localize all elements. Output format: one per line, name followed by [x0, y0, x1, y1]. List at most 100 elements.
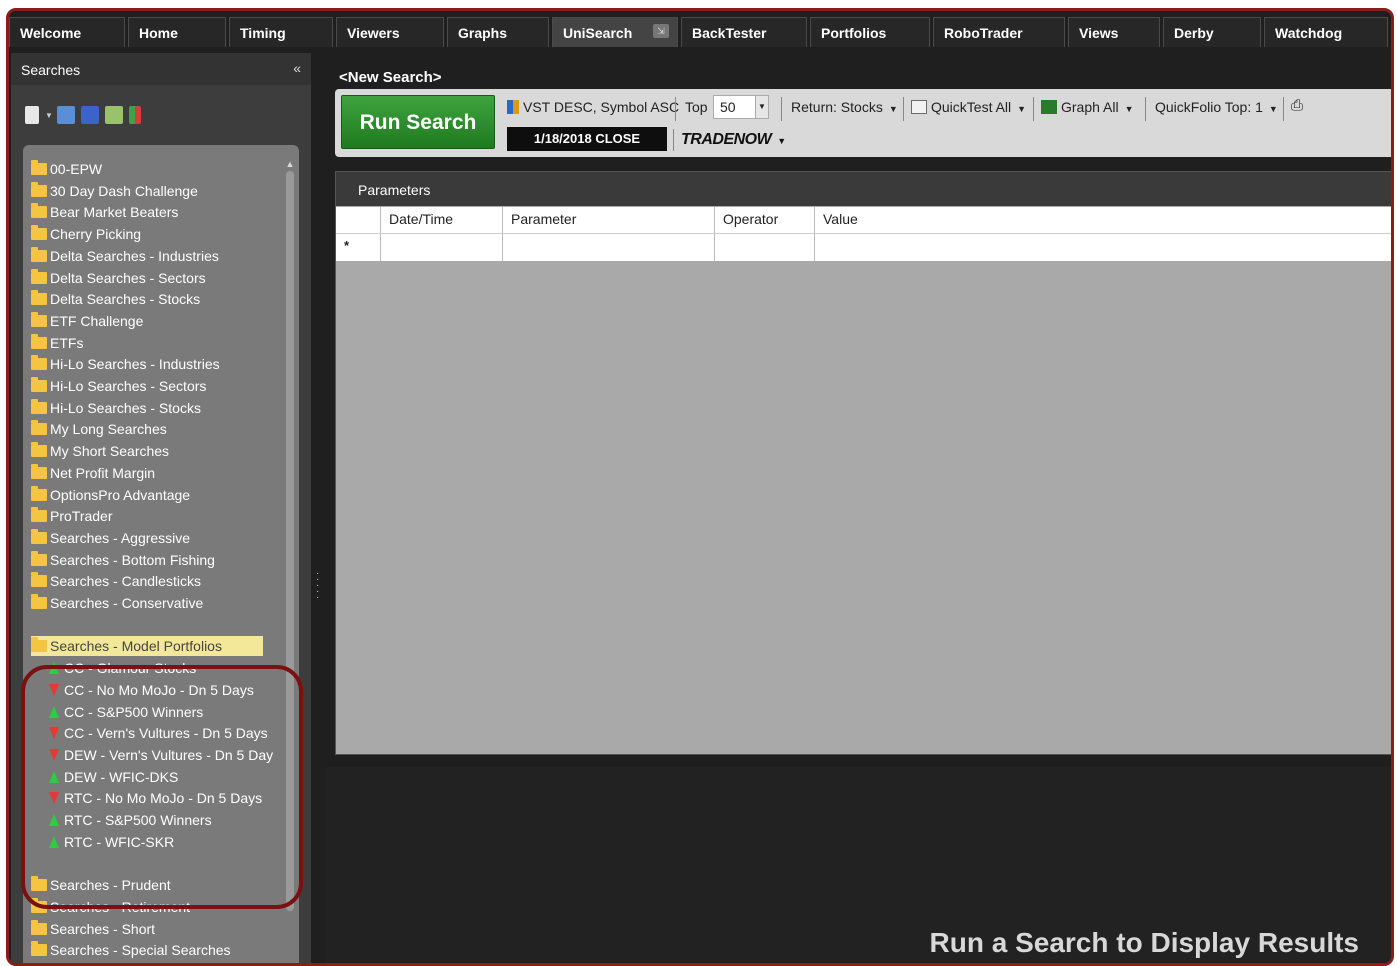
- tab-unisearch[interactable]: UniSearch ⇲: [552, 17, 678, 47]
- tab-label: Welcome: [20, 25, 82, 41]
- tree-folder[interactable]: Hi-Lo Searches - Stocks: [31, 398, 201, 418]
- folder-icon: [31, 594, 47, 609]
- quicktest-label: QuickTest All: [931, 99, 1012, 115]
- folder-icon: [31, 246, 47, 262]
- tree-item-label: Hi-Lo Searches - Industries: [50, 356, 220, 373]
- column-header-datetime[interactable]: Date/Time: [380, 207, 502, 233]
- collapse-panel-button[interactable]: «: [293, 60, 301, 76]
- column-header-value[interactable]: Value: [814, 207, 1391, 233]
- folder-icon: [31, 290, 47, 306]
- tab-home[interactable]: Home: [128, 17, 226, 47]
- tree-item-label: 00-EPW: [50, 161, 103, 177]
- tree-folder[interactable]: ProTrader: [31, 506, 113, 526]
- chevron-down-icon[interactable]: ▼: [755, 95, 769, 119]
- tab-derby[interactable]: Derby: [1163, 17, 1261, 47]
- tree-item-label: Cherry Picking: [50, 226, 142, 243]
- tree-folder[interactable]: Searches - Bottom Fishing: [31, 550, 215, 570]
- tree-folder[interactable]: ETF Challenge: [31, 311, 143, 331]
- top-label: Top: [685, 99, 708, 115]
- tree-folder[interactable]: Searches - Speculative: [31, 962, 194, 963]
- tree-item-label: ProTrader: [50, 508, 113, 525]
- tab-graphs[interactable]: Graphs: [447, 17, 549, 47]
- cell-datetime[interactable]: [380, 234, 502, 261]
- tree-folder[interactable]: Hi-Lo Searches - Industries: [31, 354, 220, 374]
- scroll-up-icon[interactable]: ▲: [285, 159, 295, 169]
- tree-folder[interactable]: Delta Searches - Industries: [31, 246, 219, 266]
- tree-item-label: ETF Challenge: [50, 312, 144, 329]
- quickfolio-dropdown[interactable]: QuickFolio Top: 1 ▼: [1155, 99, 1278, 115]
- save-icon[interactable]: [81, 106, 99, 124]
- search-title: <New Search>: [339, 69, 442, 86]
- panel-splitter[interactable]: · · · · ·: [316, 569, 320, 603]
- tree-folder[interactable]: My Long Searches: [31, 419, 167, 439]
- cell-parameter[interactable]: [502, 234, 714, 261]
- tree-folder[interactable]: 30 Day Dash Challenge: [31, 181, 198, 201]
- tab-welcome[interactable]: Welcome: [9, 17, 125, 47]
- folder-icon: [31, 181, 47, 197]
- tree-folder[interactable]: Searches - Special Searches: [31, 940, 231, 960]
- sort-icon[interactable]: [129, 106, 141, 124]
- folder-icon: [31, 377, 47, 392]
- tab-viewers[interactable]: Viewers: [336, 17, 444, 47]
- top-count-input[interactable]: 50: [713, 95, 759, 119]
- tab-timing[interactable]: Timing: [229, 17, 333, 47]
- tab-portfolios[interactable]: Portfolios: [810, 17, 930, 47]
- results-panel: Run a Search to Display Results: [325, 767, 1391, 963]
- return-type-dropdown[interactable]: Return: Stocks ▼: [791, 99, 898, 115]
- tree-folder[interactable]: OptionsPro Advantage: [31, 485, 190, 505]
- tree-folder[interactable]: Delta Searches - Stocks: [31, 289, 200, 309]
- tree-folder[interactable]: Cherry Picking: [31, 224, 141, 244]
- date-selector[interactable]: 1/18/2018 CLOSE: [507, 127, 667, 151]
- tree-folder[interactable]: Searches - Conservative: [31, 593, 203, 613]
- tree-folder[interactable]: ETFs: [31, 333, 83, 353]
- separator: [675, 97, 676, 121]
- tab-label: Derby: [1174, 25, 1214, 41]
- tree-folder[interactable]: Hi-Lo Searches - Sectors: [31, 376, 206, 396]
- copy-icon[interactable]: [57, 106, 75, 124]
- tab-robotrader[interactable]: RoboTrader: [933, 17, 1065, 47]
- tab-views[interactable]: Views: [1068, 17, 1160, 47]
- tab-watchdog[interactable]: Watchdog: [1264, 17, 1388, 47]
- tree-folder[interactable]: Bear Market Beaters: [31, 202, 178, 222]
- graph-all-label: Graph All: [1061, 99, 1119, 115]
- cell-value[interactable]: [814, 234, 1391, 261]
- sort-order-button[interactable]: VST DESC, Symbol ASC: [507, 99, 679, 115]
- separator: [1033, 97, 1034, 121]
- tree-folder[interactable]: Searches - Candlesticks: [31, 571, 201, 591]
- tree-folder[interactable]: Delta Searches - Sectors: [31, 268, 206, 288]
- tree-item-label: Searches - Conservative: [50, 595, 204, 611]
- folder-icon: [31, 941, 47, 957]
- tree-folder[interactable]: My Short Searches: [31, 441, 169, 461]
- folder-icon: [31, 225, 47, 241]
- parameters-panel: Parameters Date/Time Parameter Operator …: [335, 171, 1391, 755]
- tree-folder-selected[interactable]: Searches - Model Portfolios: [31, 636, 263, 657]
- tree-folder[interactable]: Net Profit Margin: [31, 463, 155, 483]
- new-document-icon[interactable]: [25, 106, 39, 124]
- parameters-grid-header: Date/Time Parameter Operator Value: [336, 207, 1391, 233]
- folder-icon: [31, 333, 47, 349]
- column-header-parameter[interactable]: Parameter: [502, 207, 714, 233]
- tab-label: UniSearch: [563, 25, 633, 41]
- chevron-down-icon[interactable]: ▼: [45, 111, 53, 120]
- tree-folder[interactable]: Searches - Aggressive: [31, 528, 190, 548]
- graph-all-button[interactable]: Graph All ▼: [1041, 99, 1134, 115]
- cell-operator[interactable]: [714, 234, 814, 261]
- run-search-button[interactable]: Run Search: [341, 95, 495, 149]
- tree-folder[interactable]: Searches - Short: [31, 919, 155, 939]
- tree-item-label: Searches - Bottom Fishing: [50, 551, 215, 568]
- tab-label: Timing: [240, 25, 286, 41]
- tab-backtester[interactable]: BackTester: [681, 17, 807, 47]
- tradenow-dropdown[interactable]: TRADENOW ▼: [681, 131, 786, 149]
- tree-item-label: My Short Searches: [50, 443, 170, 460]
- tab-label: Graphs: [458, 25, 508, 41]
- print-icon[interactable]: ⎙: [1291, 97, 1303, 114]
- folder-icon: [31, 507, 47, 523]
- popout-icon[interactable]: ⇲: [653, 24, 669, 38]
- quicktest-button[interactable]: QuickTest All ▼: [911, 99, 1026, 115]
- table-row[interactable]: *: [336, 233, 1391, 261]
- column-header-operator[interactable]: Operator: [714, 207, 814, 233]
- separator: [673, 129, 674, 151]
- delete-icon[interactable]: [105, 106, 123, 124]
- tree-item-label: Searches - Aggressive: [50, 529, 191, 546]
- tree-folder[interactable]: 00-EPW: [31, 159, 102, 179]
